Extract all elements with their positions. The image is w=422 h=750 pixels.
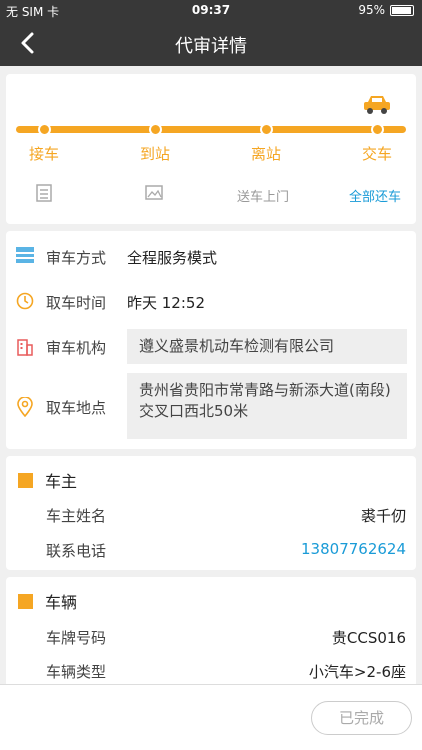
done-button[interactable]: 已完成 bbox=[311, 701, 412, 735]
tools-row: 送车上门 全部还车 bbox=[6, 182, 416, 208]
step-label-deliver: 交车 bbox=[361, 145, 392, 163]
page-title: 代审详情 bbox=[175, 36, 247, 57]
info-card: 审车方式 全程服务模式 取车时间 昨天 12:52 审车机构 遵义盛景机动车检测… bbox=[6, 231, 416, 449]
vehicle-card: 车辆 车牌号码 贵CCS016 车辆类型 小汽车>2-6座 bbox=[6, 577, 416, 687]
step-label-pickup: 接车 bbox=[28, 145, 59, 163]
step-label-leave: 离站 bbox=[250, 145, 281, 163]
vehicle-type-label: 车辆类型 bbox=[46, 663, 107, 681]
document-icon[interactable] bbox=[36, 184, 52, 202]
progress-track bbox=[16, 126, 406, 133]
method-value: 全程服务模式 bbox=[127, 249, 218, 267]
building-icon bbox=[17, 339, 33, 356]
step-node-1 bbox=[38, 123, 51, 136]
clock-icon bbox=[16, 292, 34, 310]
owner-phone-label: 联系电话 bbox=[46, 542, 107, 560]
step-node-4 bbox=[371, 123, 384, 136]
progress-card: 接车 到站 离站 交车 送车上门 全部还车 bbox=[6, 74, 416, 224]
owner-name-label: 车主姓名 bbox=[46, 507, 107, 525]
step-node-3 bbox=[260, 123, 273, 136]
pickup-time-label: 取车时间 bbox=[46, 294, 107, 312]
battery-icon bbox=[390, 4, 414, 16]
owner-phone-link[interactable]: 13807762624 bbox=[301, 540, 406, 558]
vehicle-title: 车辆 bbox=[45, 593, 78, 612]
location-pin-icon bbox=[17, 397, 33, 417]
owner-title: 车主 bbox=[45, 472, 78, 491]
owner-name-value: 裘千仞 bbox=[360, 507, 406, 525]
vehicle-type-value: 小汽车>2-6座 bbox=[308, 663, 406, 681]
method-label: 审车方式 bbox=[46, 249, 107, 267]
delivery-tool[interactable]: 送车上门 bbox=[237, 186, 289, 205]
step-label-arrive: 到站 bbox=[139, 145, 170, 163]
pickup-time-value: 昨天 12:52 bbox=[127, 294, 205, 312]
agency-value: 遵义盛景机动车检测有限公司 bbox=[127, 329, 407, 364]
image-icon[interactable] bbox=[145, 185, 163, 200]
plate-label: 车牌号码 bbox=[46, 629, 107, 647]
location-label: 取车地点 bbox=[46, 399, 107, 417]
owner-square-icon bbox=[18, 472, 33, 488]
status-right: 95% bbox=[358, 3, 414, 17]
list-icon bbox=[16, 247, 34, 263]
owner-card: 车主 车主姓名 裘千仞 联系电话 13807762624 bbox=[6, 456, 416, 570]
plate-value: 贵CCS016 bbox=[331, 629, 406, 647]
owner-header: 车主 bbox=[18, 468, 77, 492]
battery-percent: 95% bbox=[358, 3, 385, 17]
car-icon bbox=[364, 96, 390, 114]
agency-label: 审车机构 bbox=[46, 339, 107, 357]
vehicle-square-icon bbox=[18, 593, 33, 609]
location-value: 贵州省贵阳市常青路与新添大道(南段)交叉口西北50米 bbox=[127, 373, 407, 439]
status-bar: 无 SIM 卡 09:37 95% bbox=[0, 0, 422, 20]
nav-bar: 代审详情 bbox=[0, 20, 422, 66]
vehicle-header: 车辆 bbox=[18, 589, 77, 613]
step-node-2 bbox=[149, 123, 162, 136]
bottom-bar: 已完成 bbox=[0, 684, 422, 750]
return-all-tool[interactable]: 全部还车 bbox=[349, 186, 401, 205]
